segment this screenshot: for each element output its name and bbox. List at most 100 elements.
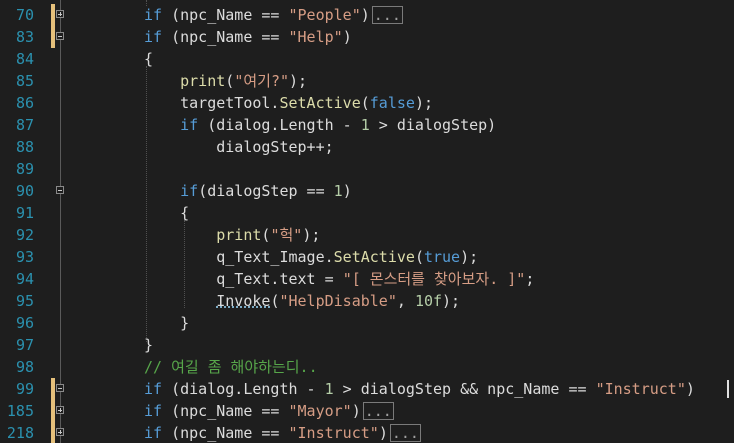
code-token: q_Text_Image. xyxy=(144,248,334,266)
code-token: if xyxy=(144,380,163,398)
change-marker xyxy=(51,400,55,422)
code-token: } xyxy=(144,314,190,332)
code-text: q_Text.text = "[ 몬스터를 찾아보자. ]"; xyxy=(144,268,534,290)
code-token: false xyxy=(369,94,415,112)
code-line[interactable]: 89 xyxy=(0,158,734,180)
code-line[interactable]: 70 if (npc_Name == "People")... xyxy=(0,4,734,26)
code-token: ) xyxy=(342,28,352,46)
code-line[interactable]: 83 if (npc_Name == "Help") xyxy=(0,26,734,48)
code-line[interactable]: 90 if(dialogStep == 1) xyxy=(0,180,734,202)
collapse-icon[interactable] xyxy=(56,32,64,40)
code-token: (npc_Name == xyxy=(162,28,289,46)
code-token: q_Text.text = xyxy=(144,270,343,288)
line-number: 94 xyxy=(15,270,34,288)
code-line[interactable]: 84 { xyxy=(0,48,734,70)
code-line[interactable]: 94 q_Text.text = "[ 몬스터를 찾아보자. ]"; xyxy=(0,268,734,290)
code-line[interactable]: 96 } xyxy=(0,312,734,334)
code-token: ); xyxy=(302,226,321,244)
code-token: ; xyxy=(525,270,535,288)
expand-icon[interactable] xyxy=(56,428,64,436)
code-text: dialogStep++; xyxy=(144,136,334,158)
code-token: ) xyxy=(360,6,370,24)
code-line[interactable]: 93 q_Text_Image.SetActive(true); xyxy=(0,246,734,268)
code-token: SetActive xyxy=(279,94,361,112)
code-token: if xyxy=(144,6,163,24)
code-text: q_Text_Image.SetActive(true); xyxy=(144,246,478,268)
code-token: ); xyxy=(460,248,479,266)
code-line[interactable]: 218 if (npc_Name == "Instruct")... xyxy=(0,422,734,443)
code-line[interactable]: 97} xyxy=(0,334,734,356)
code-token: "People" xyxy=(288,6,361,24)
code-token: { xyxy=(144,50,154,68)
line-number: 95 xyxy=(15,292,34,310)
code-text: if (dialog.Length - 1 > dialogStep) xyxy=(144,114,496,136)
code-line[interactable]: 87 if (dialog.Length - 1 > dialogStep) xyxy=(0,114,734,136)
code-line[interactable]: 88 dialogStep++; xyxy=(0,136,734,158)
code-token: 1 xyxy=(324,380,334,398)
code-token: true xyxy=(423,248,461,266)
code-line[interactable]: 91 { xyxy=(0,202,734,224)
code-token: 1 xyxy=(333,182,343,200)
line-number: 93 xyxy=(15,248,34,266)
code-token: (npc_Name == xyxy=(162,6,289,24)
code-token: > dialogStep) xyxy=(369,116,497,134)
collapsed-region-button[interactable]: ... xyxy=(362,402,394,420)
code-line[interactable]: 99 if (dialog.Length - 1 > dialogStep && … xyxy=(0,378,734,400)
code-token: (npc_Name == xyxy=(162,402,289,420)
code-text: if (npc_Name == "Help") xyxy=(144,26,352,48)
code-editor[interactable]: 70 if (npc_Name == "People")... 83 if (npc_… xyxy=(0,0,734,443)
code-token: dialogStep++; xyxy=(144,138,334,156)
code-text: if (dialog.Length - 1 > dialogStep && np… xyxy=(144,378,695,400)
code-token: ( xyxy=(414,248,424,266)
code-token: (dialogStep == xyxy=(198,182,334,200)
code-token: ) xyxy=(685,380,695,398)
line-number: 87 xyxy=(15,116,34,134)
collapsed-region-button[interactable]: ... xyxy=(389,424,421,442)
code-token: } xyxy=(144,336,154,354)
code-token: // 여길 좀 해야하는디.. xyxy=(144,358,318,376)
line-number: 85 xyxy=(15,72,34,90)
change-marker xyxy=(51,378,55,400)
line-number: 86 xyxy=(15,94,34,112)
code-token: targetTool. xyxy=(144,94,280,112)
code-line[interactable]: 92 print("헉"); xyxy=(0,224,734,246)
code-token: ); xyxy=(289,72,308,90)
line-number: 83 xyxy=(15,28,34,46)
code-token: "HelpDisable" xyxy=(279,292,397,310)
code-token: (dialog.Length - xyxy=(198,116,361,134)
code-token: ); xyxy=(414,94,433,112)
expand-icon[interactable] xyxy=(56,10,64,18)
code-token: ) xyxy=(378,424,388,442)
code-line[interactable]: 85 print("여기?"); xyxy=(0,70,734,92)
code-text: // 여길 좀 해야하는디.. xyxy=(144,356,318,378)
line-number: 89 xyxy=(15,160,34,178)
change-marker xyxy=(51,4,55,26)
code-line[interactable]: 86 targetTool.SetActive(false); xyxy=(0,92,734,114)
collapse-icon[interactable] xyxy=(56,186,64,194)
line-number: 99 xyxy=(15,380,34,398)
collapsed-region-button[interactable]: ... xyxy=(371,6,403,24)
line-number: 70 xyxy=(15,6,34,24)
code-text: print("여기?"); xyxy=(144,70,307,92)
line-number: 185 xyxy=(6,402,34,420)
code-token: "Instruct" xyxy=(595,380,686,398)
code-line[interactable]: 95 Invoke("HelpDisable", 10f); xyxy=(0,290,734,312)
code-token: if xyxy=(144,28,163,46)
code-text: if (npc_Name == "Mayor")... xyxy=(144,400,394,422)
code-token: ( xyxy=(225,72,235,90)
code-token: 1 xyxy=(360,116,370,134)
code-line[interactable]: 185 if (npc_Name == "Mayor")... xyxy=(0,400,734,422)
line-number: 88 xyxy=(15,138,34,156)
code-token: , xyxy=(396,292,415,310)
collapse-icon[interactable] xyxy=(56,384,64,392)
code-token: { xyxy=(144,204,190,222)
expand-icon[interactable] xyxy=(56,406,64,414)
code-token: (dialog.Length - xyxy=(162,380,325,398)
code-text: if (npc_Name == "People")... xyxy=(144,4,403,26)
code-line[interactable]: 98 // 여길 좀 해야하는디.. xyxy=(0,356,734,378)
line-number: 90 xyxy=(15,182,34,200)
code-token: print xyxy=(180,72,226,90)
code-token: "Help" xyxy=(288,28,343,46)
